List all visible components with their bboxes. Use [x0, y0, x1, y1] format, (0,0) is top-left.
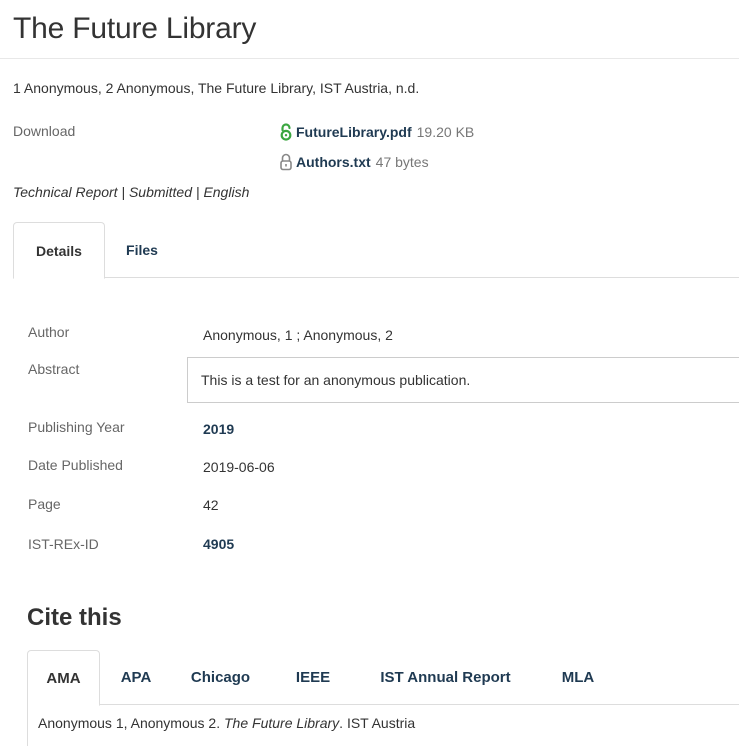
title-divider — [0, 58, 739, 59]
file-row-pdf: FutureLibrary.pdf 19.20 KB — [278, 123, 474, 141]
author-value: Anonymous, 1 ; Anonymous, 2 — [203, 327, 393, 343]
cite-tab-apa[interactable]: APA — [106, 650, 166, 705]
citation-publisher: . IST Austria — [339, 715, 416, 731]
cite-tab-ama[interactable]: AMA — [27, 650, 100, 706]
tab-details[interactable]: Details — [13, 222, 105, 279]
page-value: 42 — [203, 497, 219, 513]
publication-meta: Technical Report | Submitted | English — [13, 184, 249, 200]
file-row-txt: Authors.txt 47 bytes — [278, 153, 429, 171]
lock-icon — [278, 153, 294, 171]
author-label: Author — [28, 324, 70, 340]
citation-title: The Future Library — [224, 715, 340, 731]
cite-tab-chicago[interactable]: Chicago — [178, 650, 263, 705]
cite-style-tabs: AMA APA Chicago IEEE IST Annual Report M… — [27, 650, 739, 706]
publication-type: Technical Report — [13, 184, 118, 200]
meta-separator: | — [117, 184, 129, 200]
date-published-value: 2019-06-06 — [203, 459, 275, 475]
cite-heading: Cite this — [27, 604, 122, 631]
record-tabs: Details Files — [13, 222, 739, 279]
tab-files[interactable]: Files — [107, 222, 177, 278]
file-link-txt[interactable]: Authors.txt — [296, 154, 371, 170]
publishing-year-label: Publishing Year — [28, 419, 125, 435]
date-published-label: Date Published — [28, 457, 123, 473]
page-title: The Future Library — [13, 12, 257, 45]
file-size-txt: 47 bytes — [375, 154, 429, 170]
publication-language: English — [203, 184, 250, 200]
page-label: Page — [28, 496, 61, 512]
citation-summary: 1 Anonymous, 2 Anonymous, The Future Lib… — [13, 80, 420, 96]
cite-tab-ieee[interactable]: IEEE — [283, 650, 343, 705]
download-label: Download — [13, 123, 76, 139]
cite-tab-mla[interactable]: MLA — [548, 650, 608, 705]
file-link-pdf[interactable]: FutureLibrary.pdf — [296, 124, 412, 140]
meta-separator: | — [192, 184, 204, 200]
file-size-pdf: 19.20 KB — [416, 124, 475, 140]
cite-tab-ist-annual-report[interactable]: IST Annual Report — [358, 650, 533, 705]
ist-rex-id-label: IST-REx-ID — [28, 536, 99, 552]
citation-text: Anonymous 1, Anonymous 2. The Future Lib… — [27, 705, 739, 746]
abstract-text: This is a test for an anonymous publicat… — [201, 372, 471, 388]
abstract-label: Abstract — [28, 361, 80, 377]
open-access-icon — [278, 123, 294, 141]
abstract-box: This is a test for an anonymous publicat… — [187, 357, 739, 403]
publishing-year-value[interactable]: 2019 — [203, 421, 234, 437]
ist-rex-id-value[interactable]: 4905 — [203, 536, 234, 552]
publication-status: Submitted — [128, 184, 193, 200]
citation-authors: Anonymous 1, Anonymous 2. — [38, 715, 224, 731]
